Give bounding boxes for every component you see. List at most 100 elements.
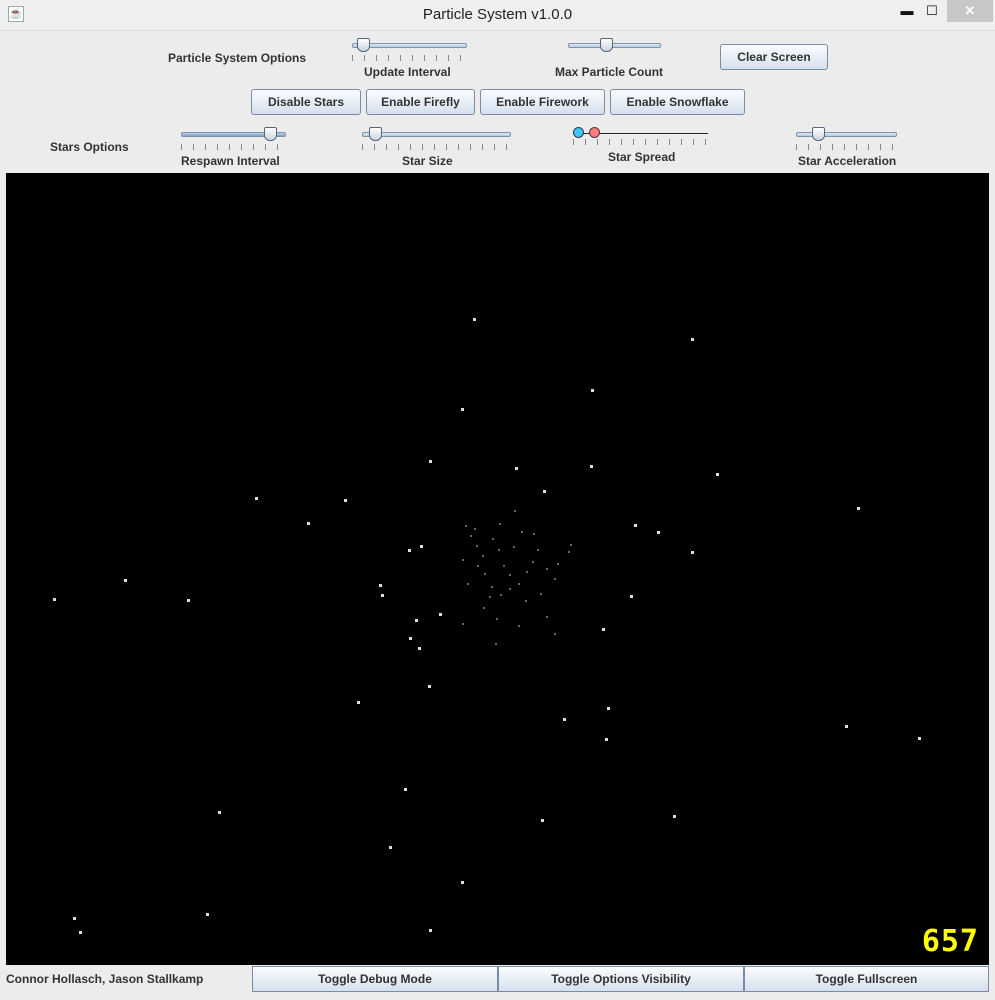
slider-thumb[interactable] <box>812 127 825 141</box>
disable-stars-button[interactable]: Disable Stars <box>251 89 361 115</box>
star-particle <box>495 643 497 645</box>
star-particle <box>489 596 491 598</box>
star-particle <box>206 913 209 916</box>
star-particle <box>482 555 484 557</box>
respawn-interval-slider[interactable] <box>181 124 286 150</box>
star-particle <box>79 931 82 934</box>
slider-ticks <box>352 55 467 61</box>
star-particle <box>634 524 637 527</box>
star-particle <box>483 607 485 609</box>
star-particle <box>554 633 556 635</box>
star-particle <box>218 811 221 814</box>
star-particle <box>515 467 518 470</box>
star-particle <box>657 531 660 534</box>
max-particle-count-slider[interactable] <box>568 35 661 61</box>
credits-text: Connor Hollasch, Jason Stallkamp <box>6 972 204 986</box>
star-spread-low-knob[interactable] <box>573 127 584 138</box>
star-particle <box>415 619 418 622</box>
star-particle <box>540 593 542 595</box>
slider-track <box>362 132 511 137</box>
star-particle <box>484 573 486 575</box>
star-acceleration-label: Star Acceleration <box>798 154 897 168</box>
enable-snowflake-button[interactable]: Enable Snowflake <box>610 89 745 115</box>
slider-thumb[interactable] <box>600 38 613 52</box>
star-particle <box>381 594 384 597</box>
star-particle <box>503 565 505 567</box>
update-interval-slider[interactable] <box>352 35 467 61</box>
star-particle <box>187 599 190 602</box>
star-particle <box>477 565 479 567</box>
star-particle <box>546 568 548 570</box>
star-particle <box>918 737 921 740</box>
star-particle <box>491 586 493 588</box>
star-particle <box>462 559 464 561</box>
star-particle <box>357 701 360 704</box>
star-particle <box>557 563 559 565</box>
slider-ticks <box>796 144 897 150</box>
star-particle <box>509 574 511 576</box>
slider-thumb[interactable] <box>264 127 277 141</box>
clear-screen-button[interactable]: Clear Screen <box>720 44 828 70</box>
toggle-options-visibility-button[interactable]: Toggle Options Visibility <box>498 966 744 992</box>
star-particle <box>513 546 515 548</box>
star-particle <box>605 738 608 741</box>
star-size-label: Star Size <box>402 154 453 168</box>
star-particle <box>462 623 464 625</box>
toggle-fullscreen-button[interactable]: Toggle Fullscreen <box>744 966 989 992</box>
maximize-button[interactable]: ☐ <box>918 0 946 22</box>
star-spread-high-knob[interactable] <box>589 127 600 138</box>
star-particle <box>518 583 520 585</box>
star-particle <box>53 598 56 601</box>
enable-firework-button[interactable]: Enable Firework <box>480 89 605 115</box>
close-button[interactable]: ✕ <box>947 0 993 22</box>
star-particle <box>525 600 527 602</box>
star-particle <box>602 628 605 631</box>
star-acceleration-slider[interactable] <box>796 124 897 150</box>
particle-canvas[interactable]: 657 <box>6 173 989 965</box>
star-particle <box>73 917 76 920</box>
star-particle <box>691 338 694 341</box>
star-particle <box>563 718 566 721</box>
star-particle <box>496 618 498 620</box>
star-particle <box>389 846 392 849</box>
star-particle <box>509 588 511 590</box>
star-particle <box>409 637 412 640</box>
star-particle <box>590 465 593 468</box>
star-particle <box>499 523 501 525</box>
title-bar: ☕ Particle System v1.0.0 ▬ ☐ ✕ <box>0 0 995 31</box>
star-particle <box>537 549 539 551</box>
star-particle <box>492 538 494 540</box>
update-interval-label: Update Interval <box>364 65 451 79</box>
star-size-slider[interactable] <box>362 124 511 150</box>
star-particle <box>473 318 476 321</box>
star-particle <box>474 528 476 530</box>
window-title: Particle System v1.0.0 <box>422 6 573 23</box>
star-particle <box>420 545 423 548</box>
slider-ticks <box>573 139 708 145</box>
star-particle <box>691 551 694 554</box>
star-particle <box>514 510 516 512</box>
star-particle <box>533 533 535 535</box>
star-particle <box>570 544 572 546</box>
star-particle <box>429 460 432 463</box>
star-particle <box>404 788 407 791</box>
star-particle <box>255 497 258 500</box>
star-particle <box>429 929 432 932</box>
star-particle <box>461 408 464 411</box>
toggle-debug-button[interactable]: Toggle Debug Mode <box>252 966 498 992</box>
star-particle <box>526 571 528 573</box>
slider-thumb[interactable] <box>369 127 382 141</box>
star-particle <box>498 549 500 551</box>
star-particle <box>476 545 478 547</box>
star-particle <box>845 725 848 728</box>
star-particle <box>379 584 382 587</box>
star-particle <box>418 647 421 650</box>
enable-firefly-button[interactable]: Enable Firefly <box>366 89 475 115</box>
star-particle <box>554 578 556 580</box>
star-spread-range-slider[interactable] <box>573 123 708 149</box>
star-spread-label: Star Spread <box>608 150 676 164</box>
minimize-button[interactable]: ▬ <box>893 0 921 22</box>
star-particle <box>568 551 570 553</box>
slider-thumb[interactable] <box>357 38 370 52</box>
star-particle <box>344 499 347 502</box>
